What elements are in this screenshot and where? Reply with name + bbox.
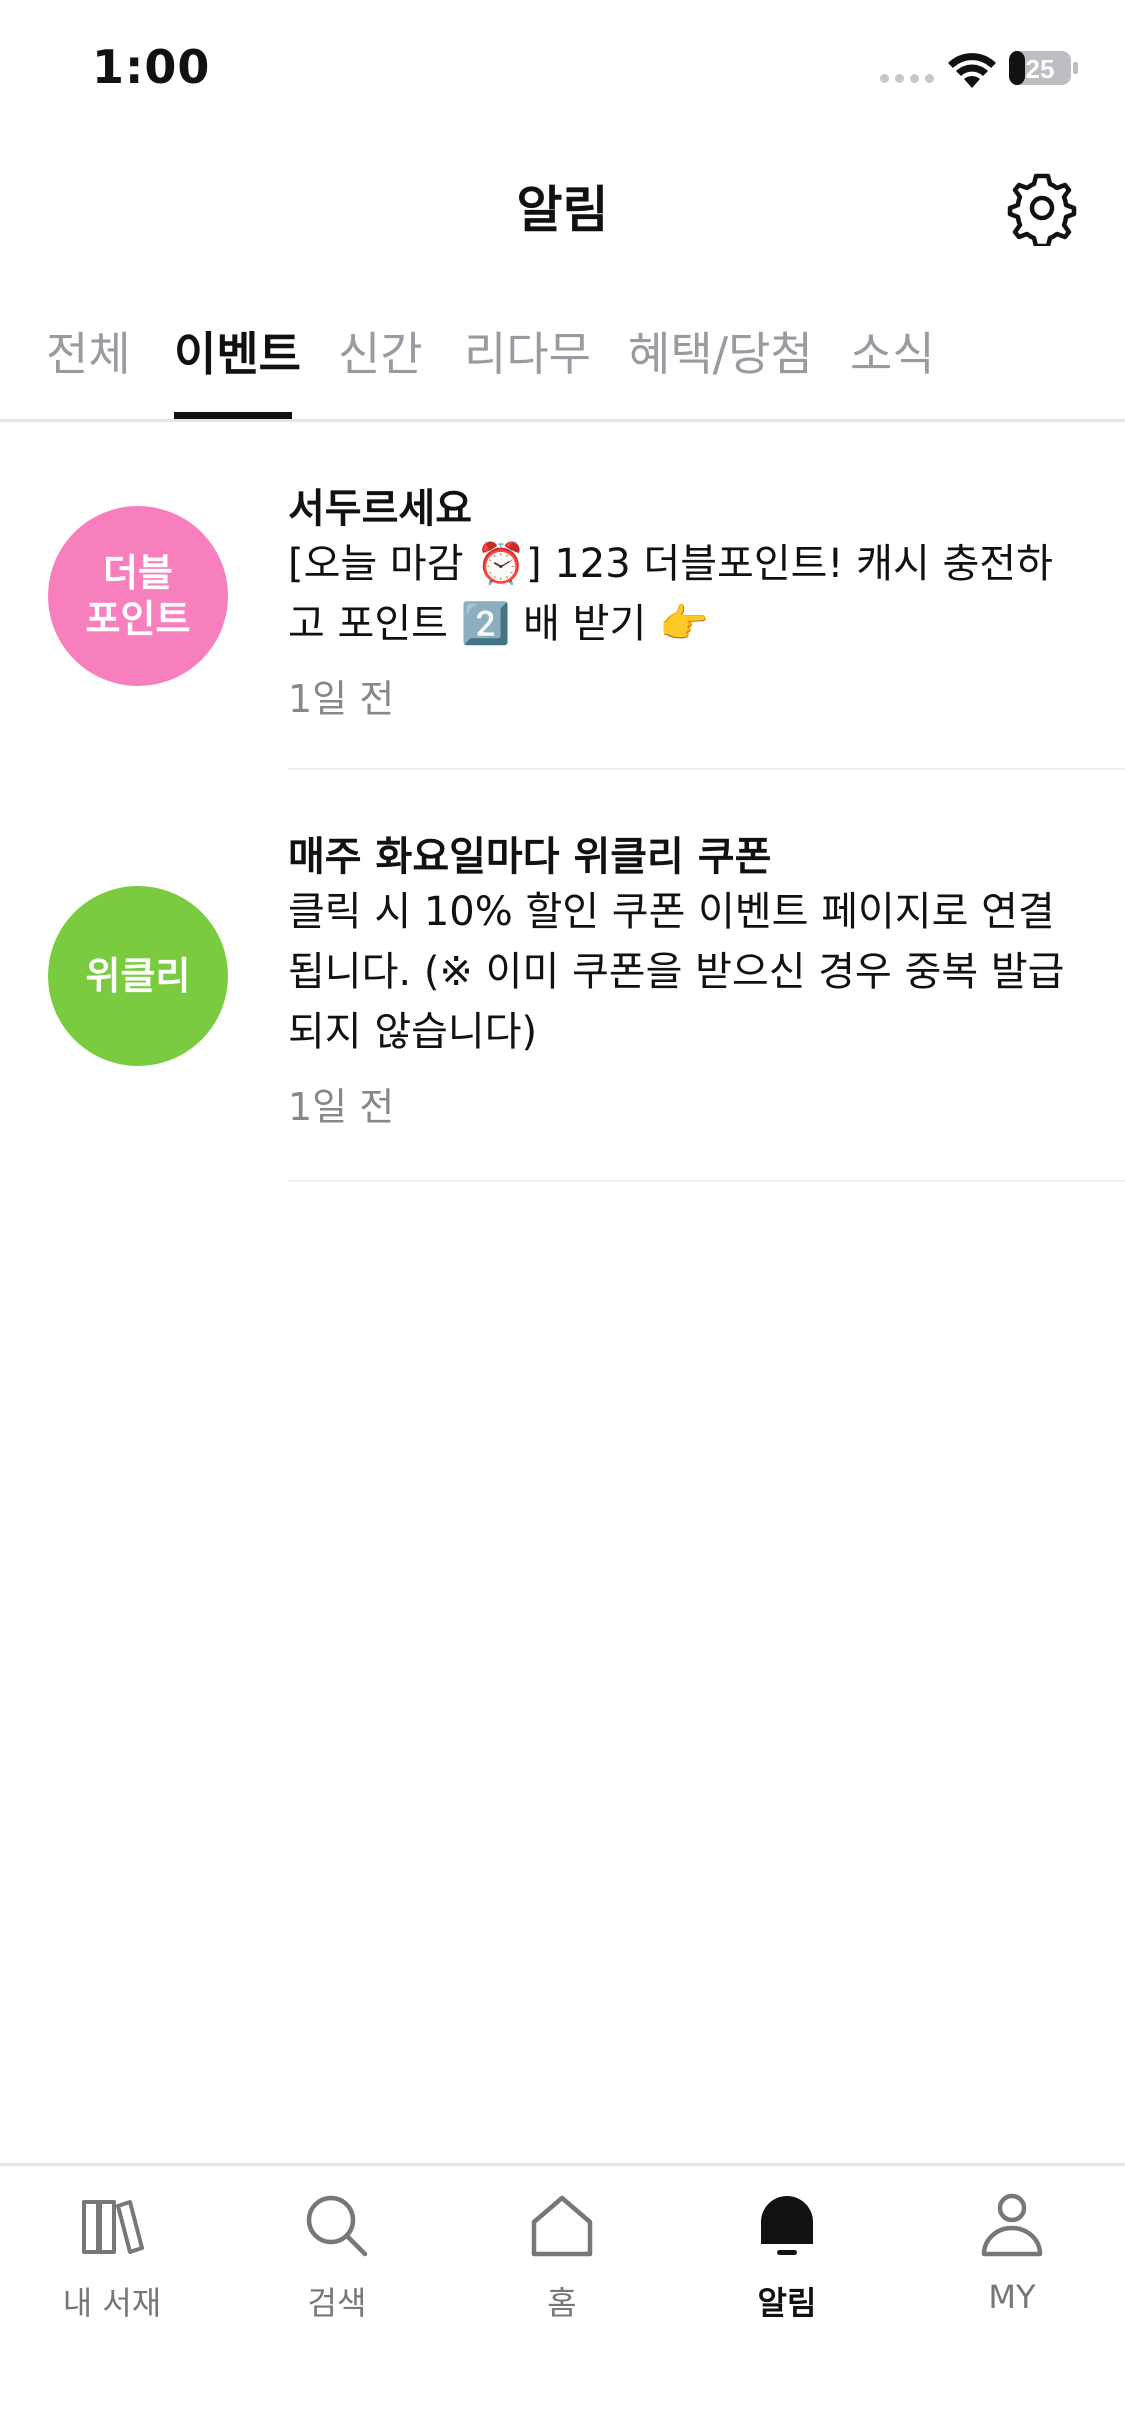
notification-title: 서두르세요 (288, 486, 472, 532)
notification-title: 매주 화요일마다 위클리 쿠폰 (288, 834, 772, 880)
category-tabs: 전체 이벤트 신간 리다무 혜택/당첨 소식 (0, 290, 1125, 422)
status-time: 1:00 (92, 40, 211, 94)
avatar-label: 위클리 (85, 954, 191, 998)
nav-search[interactable]: 검색 (257, 2186, 417, 2324)
tab-event[interactable]: 이벤트 (174, 318, 301, 384)
gear-icon[interactable] (1004, 170, 1080, 246)
tab-new-release[interactable]: 신간 (338, 318, 423, 384)
notification-body: [오늘 마감 ⏰] 123 더블포인트! 캐시 충전하고 포인트 2️⃣ 배 받… (288, 541, 1053, 647)
notification-avatar: 위클리 (48, 886, 228, 1066)
tab-benefits[interactable]: 혜택/당첨 (628, 318, 813, 384)
tab-news[interactable]: 소식 (850, 318, 935, 384)
nav-label: 알림 (757, 2284, 817, 2322)
home-icon (531, 2195, 593, 2257)
battery-icon: 25 (1008, 50, 1080, 86)
search-icon (306, 2195, 368, 2257)
nav-label: 내 서재 (62, 2284, 162, 2322)
wifi-icon (948, 53, 996, 88)
nav-home[interactable]: 홈 (482, 2186, 642, 2324)
notification-item[interactable]: 더블 포인트 서두르세요 [오늘 마감 ⏰] 123 더블포인트! 캐시 충전하… (0, 422, 1125, 770)
notification-body: 클릭 시 10% 할인 쿠폰 이벤트 페이지로 연결됩니다. (※ 이미 쿠폰을… (288, 889, 1065, 1055)
notification-time: 1일 전 (288, 677, 395, 721)
notification-avatar: 더블 포인트 (48, 506, 228, 686)
battery-level: 25 (1026, 54, 1055, 84)
person-icon (981, 2193, 1043, 2257)
nav-label: 검색 (307, 2284, 367, 2322)
tab-ridamu[interactable]: 리다무 (464, 318, 591, 384)
nav-my[interactable]: MY (932, 2186, 1092, 2316)
library-icon (82, 2200, 144, 2254)
nav-notifications[interactable]: 알림 (707, 2186, 867, 2324)
bottom-navigation: 내 서재 검색 홈 알림 MY (0, 2163, 1125, 2436)
bell-icon (761, 2196, 813, 2255)
avatar-label: 더블 포인트 (85, 551, 191, 641)
page-title: 알림 (516, 181, 609, 239)
notification-item[interactable]: 위클리 매주 화요일마다 위클리 쿠폰 클릭 시 10% 할인 쿠폰 이벤트 페… (0, 770, 1125, 1182)
cellular-signal-icon (880, 74, 934, 83)
tab-all[interactable]: 전체 (46, 318, 131, 384)
nav-label: 홈 (547, 2284, 577, 2322)
active-tab-indicator (174, 412, 292, 419)
status-bar: 1:00 25 (0, 0, 1125, 130)
notification-time: 1일 전 (288, 1085, 395, 1129)
home-indicator (412, 2408, 712, 2418)
divider (288, 1180, 1125, 1182)
nav-library[interactable]: 내 서재 (32, 2186, 192, 2324)
header: 알림 (0, 130, 1125, 280)
nav-label: MY (988, 2278, 1036, 2316)
